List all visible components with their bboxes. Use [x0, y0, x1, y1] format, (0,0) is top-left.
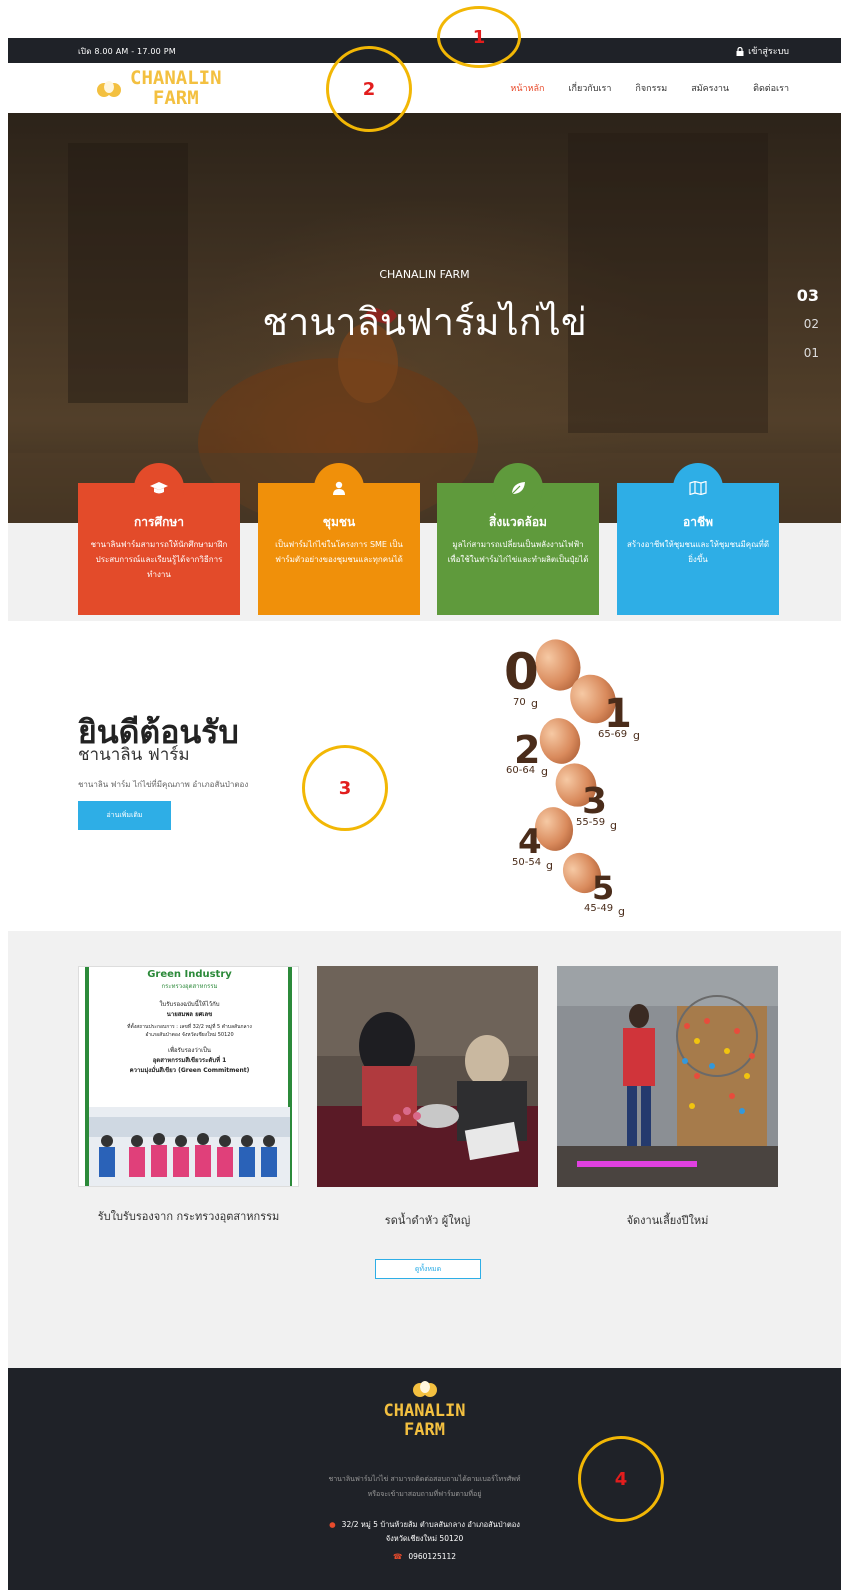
- egg-unit: g: [531, 697, 538, 710]
- footer-address: ● 32/2 หมู่ 5 บ้านห้วยส้ม ตำบลสันกลาง อำเ…: [8, 1518, 841, 1546]
- site-logo[interactable]: CHANALIN FARM: [96, 68, 222, 108]
- opening-hours: เปิด 8.00 AM - 17.00 PM: [78, 47, 176, 56]
- egg-size-num: 5: [592, 869, 614, 907]
- feature-card-education[interactable]: การศึกษา ชานาลินฟาร์มสามารถให้นักศึกษามา…: [78, 463, 240, 615]
- nav-contact[interactable]: ติดต่อเรา: [753, 81, 789, 95]
- brand-name: CHANALIN FARM: [130, 68, 222, 108]
- footer-logo[interactable]: CHANALIN FARM: [8, 1378, 841, 1440]
- nav-activities[interactable]: กิจกรรม: [635, 81, 667, 95]
- phone-icon: ☎: [392, 1552, 403, 1561]
- main-menu: หน้าหลัก เกี่ยวกับเรา กิจกรรม สมัครงาน ต…: [510, 81, 789, 95]
- hero-subtitle: CHANALIN FARM: [379, 268, 470, 281]
- read-more-button[interactable]: อ่านเพิ่มเติม: [78, 801, 171, 830]
- egg-size-num: 0: [504, 643, 539, 701]
- certificate-line-1: ใบรับรองฉบับนี้ให้ไว้กับ: [159, 1001, 220, 1008]
- feature-title: อาชีพ: [683, 515, 713, 529]
- feature-desc: ชานาลินฟาร์มสามารถให้นักศึกษามาฝึกประสบก…: [90, 540, 228, 579]
- newyear-party-photo: [557, 966, 778, 1187]
- egg-logo-icon: [97, 81, 121, 97]
- egg-unit: g: [541, 765, 548, 778]
- ceremony-photo: [317, 966, 538, 1187]
- login-link[interactable]: เข้าสู่ระบบ: [736, 44, 789, 58]
- nav-about[interactable]: เกี่ยวกับเรา: [568, 81, 611, 95]
- slide-02[interactable]: 02: [797, 310, 819, 339]
- top-bar: เปิด 8.00 AM - 17.00 PM เข้าสู่ระบบ: [8, 38, 841, 63]
- map-icon: [673, 463, 723, 513]
- egg-size-chart: 0 70 g 1 65-69 g 2 60-64 g 3 55-59 g 4 5…: [504, 639, 640, 918]
- footer-phone[interactable]: ☎ 0960125112: [8, 1552, 841, 1561]
- user-icon: [314, 463, 364, 513]
- footer-phone-number: 0960125112: [408, 1552, 457, 1561]
- map-pin-icon: ●: [329, 1520, 336, 1529]
- feature-card-career[interactable]: อาชีพ สร้างอาชีพให้ชุมชนและให้ชุมชนมีคุณ…: [617, 463, 779, 615]
- egg-weight: 60-64: [506, 765, 535, 776]
- footer-address-line-2: จังหวัดเชียงใหม่ 50120: [385, 1534, 464, 1543]
- gallery-caption: รับใบรับรองจาก กระทรวงอุตสาหกรรม: [97, 1210, 280, 1223]
- gallery-caption: จัดงานเลี้ยงปีใหม่: [626, 1214, 709, 1227]
- slide-03[interactable]: 03: [797, 281, 819, 310]
- egg-size-5: 5 45-49 g: [562, 852, 625, 918]
- gallery-item-certificate[interactable]: Green Industry กระทรวงอุตสาหกรรม ใบรับรอ…: [78, 966, 299, 1225]
- egg-weight: 50-54: [512, 857, 541, 868]
- graduation-cap-icon: [134, 463, 184, 513]
- certificate-line-3: ที่ตั้งสถานประกอบการ : เลขที่ 32/2 หมู่ท…: [127, 1024, 252, 1030]
- gallery-item-ceremony[interactable]: รดน้ำดำหัว ผู้ใหญ่: [317, 966, 538, 1229]
- leaf-icon: [493, 463, 543, 513]
- egg-unit: g: [610, 819, 617, 832]
- nav-jobs[interactable]: สมัครงาน: [691, 81, 729, 95]
- footer-brand-name: CHANALIN FARM: [8, 1402, 841, 1440]
- egg-unit: g: [618, 905, 625, 918]
- footer-desc-line-1: ชานาลินฟาร์มไก่ไข่ สามารถติดต่อสอบถามได้…: [328, 1475, 521, 1483]
- egg-weight: 45-49: [584, 903, 613, 914]
- login-label: เข้าสู่ระบบ: [748, 47, 789, 57]
- egg-logo-icon: [412, 1381, 437, 1397]
- egg-unit: g: [633, 729, 640, 742]
- certificate-staff-photo: [89, 1107, 290, 1186]
- brand-line-2: FARM: [152, 87, 199, 109]
- nav-home[interactable]: หน้าหลัก: [510, 81, 544, 95]
- certificate-header: Green Industry: [147, 969, 232, 980]
- feature-title: ชุมชน: [322, 515, 356, 529]
- gallery-item-newyear[interactable]: จัดงานเลี้ยงปีใหม่: [557, 966, 778, 1229]
- egg-weight: 70: [513, 697, 526, 708]
- slide-pagination: 03 02 01: [797, 281, 819, 368]
- feature-title: สิ่งแวดล้อม: [489, 515, 547, 529]
- lock-icon: [736, 46, 744, 56]
- feature-card-community[interactable]: ชุมชน เป็นฟาร์มไก่ไข่ในโครงการ SME เป็นฟ…: [258, 463, 420, 615]
- egg-unit: g: [546, 859, 553, 872]
- brand-line-1: CHANALIN: [130, 67, 222, 89]
- main-navbar: CHANALIN FARM หน้าหลัก เกี่ยวกับเรา กิจก…: [8, 63, 841, 113]
- feature-card-environment[interactable]: สิ่งแวดล้อม มูลไก่สามารถเปลี่ยนเป็นพลังง…: [437, 463, 599, 615]
- footer-address-line-1: 32/2 หมู่ 5 บ้านห้วยส้ม ตำบลสันกลาง อำเภ…: [341, 1520, 520, 1529]
- feature-desc: เป็นฟาร์มไก่ไข่ในโครงการ SME เป็นฟาร์มตั…: [275, 540, 403, 564]
- gallery-section: Green Industry กระทรวงอุตสาหกรรม ใบรับรอ…: [8, 931, 841, 1368]
- footer-desc-line-2: หรือจะเข้ามาสอบถามที่ฟาร์มตามที่อยู่: [367, 1490, 482, 1498]
- gallery-caption: รดน้ำดำหัว ผู้ใหญ่: [384, 1214, 471, 1227]
- hero-slider: CHANALIN FARM ชานาลินฟาร์มไก่ไข่ 03 02 0…: [8, 113, 841, 523]
- welcome-subheading: ชานาลิน ฟาร์ม: [78, 745, 190, 765]
- site-footer: CHANALIN FARM ชานาลินฟาร์มไก่ไข่ สามารถต…: [8, 1368, 841, 1590]
- egg-size-num: 3: [582, 781, 607, 822]
- certificate-line-7: ความมุ่งมั่นสีเขียว (Green Commitment): [129, 1067, 250, 1074]
- certificate-image: Green Industry กระทรวงอุตสาหกรรม ใบรับรอ…: [78, 966, 299, 1187]
- certificate-line-2: นายสมพล ยศเลข: [166, 1011, 213, 1018]
- footer-brand-line-2: FARM: [404, 1420, 445, 1440]
- slide-01[interactable]: 01: [797, 339, 819, 368]
- welcome-section: ยินดีต้อนรับ ชานาลิน ฟาร์ม ชานาลิน ฟาร์ม…: [8, 621, 841, 931]
- hero-title: ชานาลินฟาร์มไก่ไข่: [262, 300, 587, 344]
- egg-weight: 65-69: [598, 729, 627, 740]
- feature-desc: สร้างอาชีพให้ชุมชนและให้ชุมชนมีคุณที่ดีย…: [627, 540, 770, 564]
- certificate-header-sub: กระทรวงอุตสาหกรรม: [161, 983, 218, 990]
- certificate-line-4: อำเภอสันป่าตอง จังหวัดเชียงใหม่ 50120: [145, 1032, 234, 1038]
- welcome-description: ชานาลิน ฟาร์ม ไก่ไข่ที่มีคุณภาพ อำเภอสัน…: [78, 780, 249, 789]
- egg-size-num: 4: [518, 822, 542, 862]
- certificate-line-5: เพื่อรับรองว่าเป็น: [167, 1047, 212, 1054]
- feature-desc: มูลไก่สามารถเปลี่ยนเป็นพลังงานไฟฟ้าเพื่อ…: [447, 540, 589, 564]
- footer-description: ชานาลินฟาร์มไก่ไข่ สามารถติดต่อสอบถามได้…: [8, 1472, 841, 1502]
- egg-weight: 55-59: [576, 817, 605, 828]
- view-all-button[interactable]: ดูทั้งหมด: [375, 1259, 481, 1279]
- feature-title: การศึกษา: [134, 515, 184, 529]
- certificate-line-6: อุตสาหกรรมสีเขียวระดับที่ 1: [152, 1057, 227, 1064]
- footer-brand-line-1: CHANALIN: [383, 1401, 466, 1421]
